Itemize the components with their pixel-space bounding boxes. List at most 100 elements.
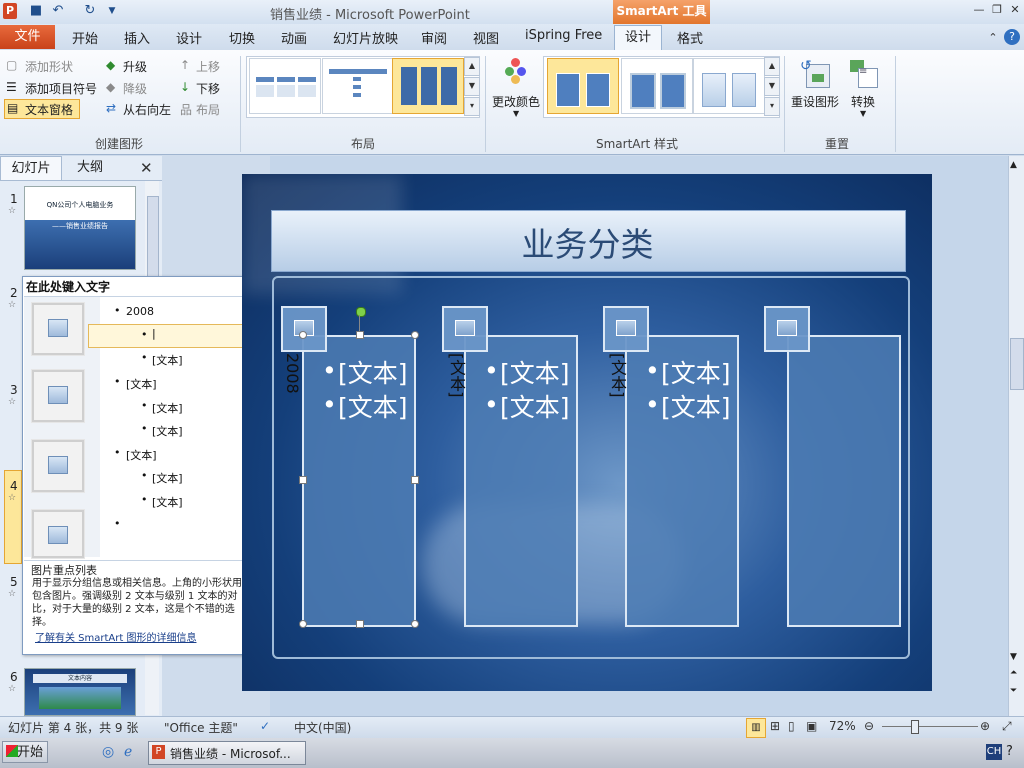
text-pane-item[interactable]: 2008 — [126, 305, 154, 318]
zoom-out-icon[interactable]: ⊖ — [864, 719, 874, 733]
style-option-2[interactable] — [621, 58, 693, 114]
style-scroll-up-icon[interactable]: ▲ — [764, 57, 780, 76]
undo-icon[interactable]: ↶ — [50, 3, 66, 19]
zoom-slider-track[interactable] — [882, 726, 978, 727]
tab-home[interactable]: 开始 — [72, 28, 98, 47]
right-to-left-button[interactable]: 从右向左 — [123, 101, 171, 118]
column-bullet[interactable]: [文本] — [338, 354, 408, 390]
text-pane-item[interactable]: [文本] — [152, 352, 183, 368]
tab-smartart-format[interactable]: 格式 — [677, 28, 703, 47]
resize-handle[interactable] — [411, 331, 419, 339]
move-up-button[interactable]: 上移 — [196, 58, 220, 75]
scroll-up-icon[interactable]: ▲ — [1010, 160, 1017, 170]
rotate-handle[interactable] — [356, 307, 366, 317]
theme-name[interactable]: "Office 主题" — [164, 719, 238, 736]
slide-thumbnail-6[interactable]: 文本内容 — [24, 668, 136, 716]
promote-button[interactable]: 升级 — [123, 58, 147, 75]
column-label-2[interactable]: [文本] — [444, 353, 468, 397]
learn-more-link[interactable]: 了解有关 SmartArt 图形的详细信息 — [35, 629, 196, 644]
picture-placeholder-3[interactable] — [32, 440, 84, 492]
zoom-in-icon[interactable]: ⊕ — [980, 719, 990, 733]
tab-insert[interactable]: 插入 — [124, 28, 150, 47]
slide-title[interactable]: 业务分类 — [271, 218, 904, 266]
column-bullet[interactable]: [文本] — [338, 388, 408, 424]
zoom-level[interactable]: 72% — [829, 719, 856, 733]
style-scroll-down-icon[interactable]: ▼ — [764, 77, 780, 96]
change-colors-button[interactable]: 更改颜色 — [492, 93, 540, 110]
resize-handle[interactable] — [411, 476, 419, 484]
picture-placeholder-2[interactable] — [32, 370, 84, 422]
tab-design[interactable]: 设计 — [176, 28, 202, 47]
style-option-1-selected[interactable] — [547, 58, 619, 114]
tab-file[interactable]: 文件 — [0, 25, 55, 49]
add-bullet-button[interactable]: 添加项目符号 — [25, 80, 97, 97]
previous-slide-icon[interactable]: ⏶ — [1010, 668, 1017, 678]
help-icon[interactable]: ? — [1004, 29, 1020, 45]
add-shape-button[interactable]: 添加形状 — [25, 58, 73, 75]
redo-icon[interactable]: ↻ — [82, 3, 98, 19]
powerpoint-app-icon[interactable]: P — [3, 3, 17, 19]
column-bullet[interactable]: [文本] — [500, 354, 570, 390]
smartart-column-4[interactable] — [787, 335, 901, 627]
text-pane-item[interactable]: [文本] — [152, 400, 183, 416]
next-slide-icon[interactable]: ⏷ — [1010, 686, 1017, 696]
style-more-icon[interactable]: ▾ — [764, 97, 780, 116]
language[interactable]: 中文(中国) — [294, 719, 351, 736]
zoom-slider-thumb[interactable] — [911, 720, 919, 734]
tab-slides[interactable]: 幻灯片 — [0, 156, 62, 181]
style-option-3[interactable] — [693, 58, 765, 114]
fit-to-window-icon[interactable]: ⤢ — [1002, 719, 1012, 734]
text-pane-item-editing[interactable] — [88, 324, 246, 348]
close-pane-icon[interactable]: ✕ — [140, 159, 153, 177]
ime-help-icon[interactable]: ? — [1006, 744, 1013, 759]
demote-button[interactable]: 降级 — [123, 80, 147, 97]
gallery-scroll-down-icon[interactable]: ▼ — [464, 77, 480, 96]
ime-indicator[interactable]: CH — [986, 744, 1002, 760]
spellcheck-icon[interactable]: ✓ — [260, 719, 270, 733]
column-bullet[interactable]: [文本] — [661, 354, 731, 390]
ribbon-collapse-icon[interactable]: ⌃ — [986, 31, 1000, 45]
move-down-button[interactable]: 下移 — [196, 80, 220, 97]
column-bullet[interactable]: [文本] — [500, 388, 570, 424]
save-icon[interactable]: ■ — [28, 3, 44, 19]
text-pane-item[interactable]: [文本] — [152, 494, 183, 510]
reading-view-icon[interactable]: ▯ — [788, 719, 795, 733]
edit-area-scrollbar[interactable] — [1008, 156, 1024, 716]
text-pane-item[interactable]: [文本] — [152, 470, 183, 486]
customize-qat-icon[interactable]: ▼ — [104, 3, 120, 19]
slide-thumbnail-1[interactable]: QN公司个人电脑业务 ——销售业绩报告 — [24, 186, 136, 270]
restore-icon[interactable]: ❐ — [990, 3, 1004, 17]
resize-handle[interactable] — [356, 620, 364, 628]
scrollbar-thumb[interactable] — [1010, 338, 1024, 390]
show-desktop-icon[interactable]: ◎ — [102, 744, 114, 760]
browser-icon[interactable]: ℯ — [124, 744, 132, 760]
tab-smartart-design[interactable]: 设计 — [614, 25, 663, 50]
layout-option-3-selected[interactable] — [392, 58, 464, 114]
smartart-picture-3[interactable] — [603, 306, 649, 352]
close-icon[interactable]: ✕ — [1008, 3, 1022, 17]
tab-view[interactable]: 视图 — [473, 28, 499, 47]
column-label-3[interactable]: [文本] — [605, 353, 629, 397]
column-bullet[interactable]: [文本] — [661, 388, 731, 424]
picture-placeholder-4[interactable] — [32, 510, 84, 558]
resize-handle[interactable] — [411, 620, 419, 628]
normal-view-icon[interactable]: ▥ — [746, 718, 766, 738]
minimize-icon[interactable]: — — [972, 3, 986, 17]
gallery-more-icon[interactable]: ▾ — [464, 97, 480, 116]
tab-outline[interactable]: 大纲 — [60, 156, 120, 180]
layout-button[interactable]: 布局 — [196, 101, 220, 118]
tab-ispring[interactable]: iSpring Free — [525, 28, 602, 43]
smartart-picture-1[interactable] — [281, 306, 327, 352]
convert-button[interactable]: 转换 — [851, 93, 875, 110]
resize-handle[interactable] — [299, 331, 307, 339]
resize-handle[interactable] — [356, 331, 364, 339]
tab-slideshow[interactable]: 幻灯片放映 — [333, 28, 398, 47]
text-pane-item[interactable]: [文本] — [126, 376, 157, 392]
scrollbar-thumb[interactable] — [147, 196, 159, 278]
resize-handle[interactable] — [299, 620, 307, 628]
tab-animations[interactable]: 动画 — [281, 28, 307, 47]
scroll-down-icon[interactable]: ▼ — [1010, 652, 1017, 662]
smartart-picture-2[interactable] — [442, 306, 488, 352]
gallery-scroll-up-icon[interactable]: ▲ — [464, 57, 480, 76]
layout-option-1[interactable] — [249, 58, 321, 114]
